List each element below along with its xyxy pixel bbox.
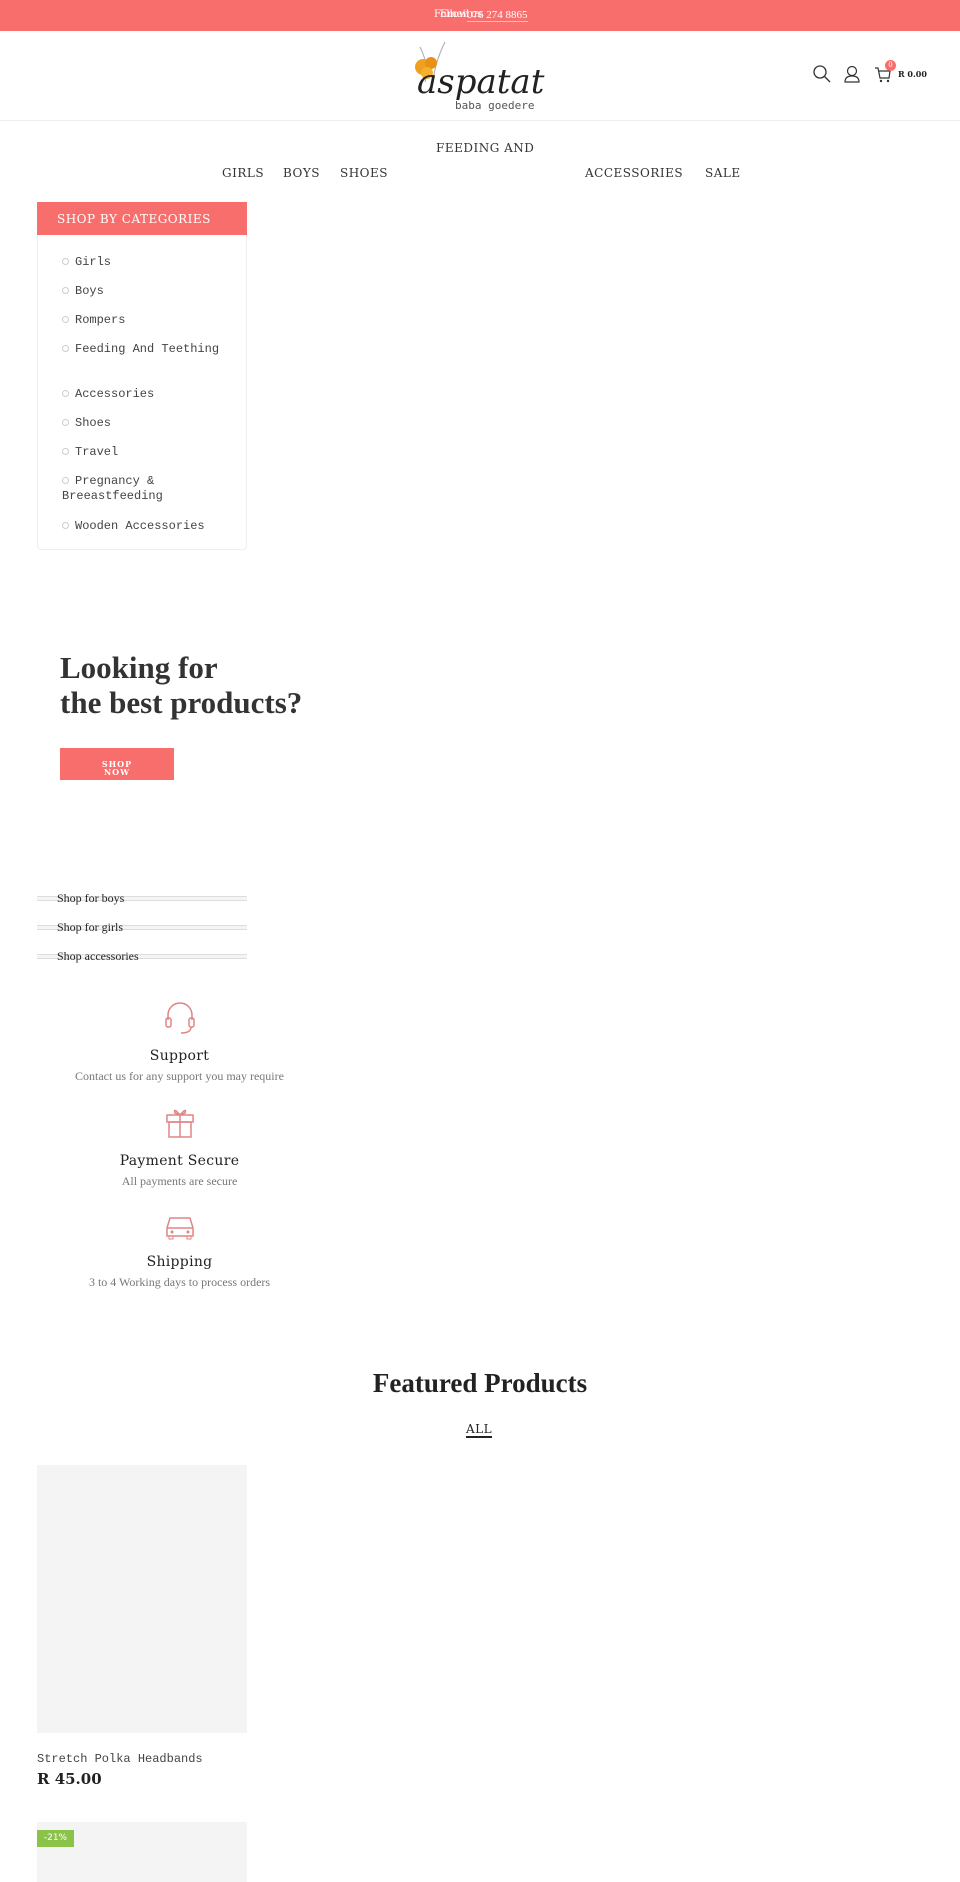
nav-shoes[interactable]: SHOES	[340, 166, 388, 180]
category-label: Accessories	[75, 387, 155, 401]
cart-total[interactable]: R 0.00	[898, 69, 927, 79]
bullet-icon	[62, 390, 69, 397]
nav-boys[interactable]: BOYS	[283, 166, 320, 180]
category-wooden[interactable]: Wooden Accessories	[62, 519, 232, 534]
category-girls[interactable]: Girls	[62, 255, 232, 270]
bullet-icon	[62, 522, 69, 529]
category-label: Girls	[75, 255, 112, 269]
category-sidebar: Girls Boys Rompers Feeding And Teething …	[37, 202, 247, 550]
category-label: Boys	[75, 284, 104, 298]
bullet-icon	[62, 345, 69, 352]
feature-payment: Payment Secure All payments are secure	[37, 1105, 322, 1189]
email-text[interactable]: Email	[440, 9, 469, 20]
bullet-icon	[62, 477, 69, 484]
shop-accessories-link[interactable]: Shop accessories	[57, 949, 139, 964]
bullet-icon	[62, 316, 69, 323]
category-label: Rompers	[75, 313, 126, 327]
feature-title: Shipping	[146, 1254, 213, 1270]
phone-link[interactable]: 076 274 8865	[467, 9, 528, 22]
category-label: Travel	[75, 445, 119, 459]
category-shoes[interactable]: Shoes	[62, 416, 232, 431]
bullet-icon	[62, 287, 69, 294]
account-icon[interactable]	[843, 65, 861, 83]
category-feeding[interactable]: Feeding And Teething	[62, 342, 232, 357]
headset-icon	[164, 1002, 195, 1034]
category-label: Pregnancy & Breeastfeeding	[62, 474, 163, 503]
product-price: R 45.00	[37, 1770, 102, 1788]
category-travel[interactable]: Travel	[62, 445, 232, 460]
shop-now-button[interactable]: SHOP NOW	[60, 748, 174, 780]
nav-sale[interactable]: SALE	[705, 166, 741, 180]
bullet-icon	[62, 258, 69, 265]
nav-accessories[interactable]: ACCESSORIES	[585, 166, 683, 180]
category-boys[interactable]: Boys	[62, 284, 232, 299]
svg-text:baba goedere: baba goedere	[455, 99, 534, 112]
category-pregnancy[interactable]: Pregnancy & Breeastfeeding	[62, 474, 232, 504]
category-label: Wooden Accessories	[75, 519, 205, 533]
discount-badge: -21%	[37, 1830, 74, 1847]
top-bar: Follow us Email 076 274 8865	[0, 0, 960, 31]
nav-girls[interactable]: GIRLS	[222, 166, 264, 180]
bullet-icon	[62, 448, 69, 455]
category-label: Feeding And Teething	[75, 342, 220, 356]
feature-title: Payment Secure	[119, 1153, 240, 1169]
car-icon	[165, 1217, 194, 1240]
hero-line1: Looking for	[60, 650, 218, 685]
category-label: Shoes	[75, 416, 112, 430]
svg-text:aspatat: aspatat	[417, 62, 545, 102]
tab-all[interactable]: ALL	[466, 1422, 493, 1438]
header: aspatat baba goedere 0 R 0.00	[0, 31, 960, 121]
bullet-icon	[62, 419, 69, 426]
hero: Looking for the best products?	[60, 650, 302, 720]
category-accessories[interactable]: Accessories	[62, 387, 232, 402]
nav-feeding[interactable]: FEEDING AND	[436, 141, 534, 155]
shop-boys-link[interactable]: Shop for boys	[57, 891, 124, 906]
hero-line2: the best products?	[60, 685, 303, 720]
search-icon[interactable]	[813, 65, 831, 83]
featured-title: Featured Products	[372, 1368, 588, 1398]
product-image[interactable]	[37, 1465, 247, 1733]
gift-icon	[165, 1109, 194, 1138]
feature-text: 3 to 4 Working days to process orders	[88, 1275, 271, 1289]
feature-title: Support	[149, 1048, 210, 1064]
feature-shipping: Shipping 3 to 4 Working days to process …	[37, 1210, 322, 1290]
logo[interactable]: aspatat baba goedere	[405, 37, 555, 117]
feature-text: All payments are secure	[121, 1174, 238, 1188]
shop-girls-link[interactable]: Shop for girls	[57, 920, 123, 935]
product-name[interactable]: Stretch Polka Headbands	[37, 1752, 203, 1766]
feature-text: Contact us for any support you may requi…	[75, 1069, 284, 1083]
category-rompers[interactable]: Rompers	[62, 313, 232, 328]
feature-support: Support Contact us for any support you m…	[37, 1000, 322, 1084]
cart-count-badge: 0	[885, 60, 896, 71]
sidebar-title: SHOP BY CATEGORIES	[37, 202, 247, 235]
